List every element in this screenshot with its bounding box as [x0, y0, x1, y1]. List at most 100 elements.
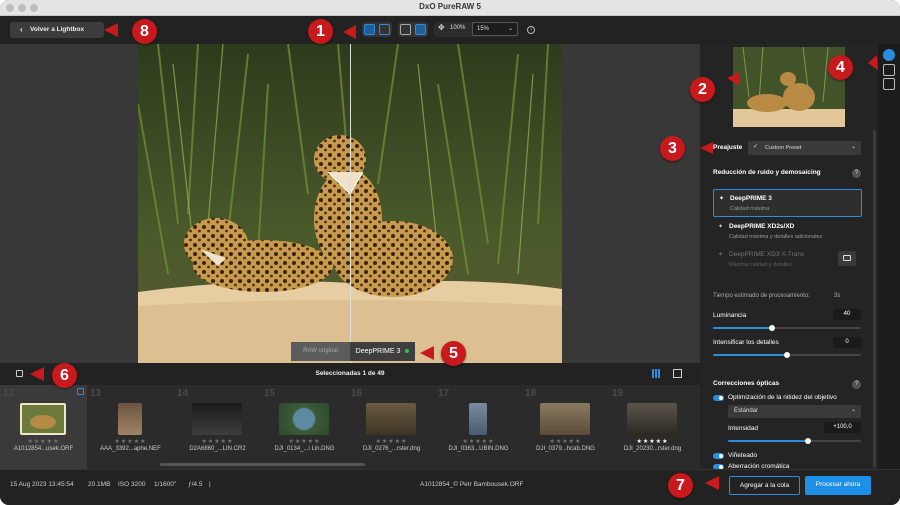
title-bar: DxO PureRAW 5	[0, 0, 900, 16]
thumbnail-item[interactable]: 12 ★★★★★ A1012854...usek.ORF	[0, 385, 87, 469]
split-compare-icon[interactable]	[415, 24, 426, 35]
callout-6: 6	[52, 363, 77, 388]
zoom-percent[interactable]: 100%	[450, 25, 465, 31]
method-desc: Máxima calidad y detalles	[729, 262, 792, 268]
navigator-preview[interactable]	[733, 47, 845, 127]
single-view-icon[interactable]	[364, 24, 375, 35]
rating-stars[interactable]: ★★★★★	[609, 438, 696, 445]
help-icon[interactable]: ?	[852, 380, 861, 389]
panel-scrollbar[interactable]	[873, 130, 876, 468]
thumbnail-item[interactable]: 19 ★★★★★ DJI_20230...rster.dng	[609, 385, 696, 469]
luminance-slider[interactable]	[713, 325, 861, 331]
thumbnail-item[interactable]: 17 ★★★★★ DJI_0363...UBIN.DNG	[435, 385, 522, 469]
eyedropper-icon[interactable]	[883, 64, 895, 76]
callout-3: 3	[660, 136, 685, 161]
thumb-image	[20, 403, 66, 435]
info-icon[interactable]: i	[527, 26, 535, 34]
rating-stars[interactable]: ★★★★★	[522, 438, 609, 445]
filmstrip-scrollbar[interactable]	[160, 463, 365, 466]
grid-view-icon[interactable]	[652, 369, 661, 378]
slider-knob[interactable]	[804, 438, 811, 444]
window-title: DxO PureRAW 5	[419, 2, 481, 11]
thumb-number: 13	[90, 388, 102, 399]
deepprime-label[interactable]: DeepPRIME 3	[350, 342, 415, 361]
selection-count: Seleccionadas 1 de 49	[315, 370, 385, 377]
jaguar-photo[interactable]	[138, 44, 562, 363]
sharpness-mode-select[interactable]: Estándar ⌄	[728, 405, 861, 418]
sharpness-toggle[interactable]	[713, 395, 724, 401]
chevron-down-icon: ⌄	[507, 26, 513, 32]
thumb-image	[540, 403, 590, 435]
back-to-lightbox-button[interactable]: ‹ Volver a Lightbox	[10, 22, 104, 38]
zoom-select[interactable]: 15% ⌄	[472, 22, 518, 36]
thumbnail-item[interactable]: 14 ★★★★★ D2A6860_...LIN.CR2	[174, 385, 261, 469]
app-window: DxO PureRAW 5 ‹ Volver a Lightbox ✥ 100%…	[0, 0, 900, 505]
move-icon[interactable]: ✥	[438, 23, 445, 32]
aperture-value: ƒ/4.5	[188, 481, 203, 488]
comment-button[interactable]	[838, 251, 856, 266]
details-slider[interactable]	[713, 352, 861, 358]
method-name: DeepPRIME XD2s/XD	[729, 223, 795, 230]
image-export-icon[interactable]	[883, 78, 895, 90]
compare-toggle-group	[398, 22, 428, 37]
sharpness-label: Optimización de la nitidez del objetivo	[728, 394, 837, 401]
capture-date: 15 Aug 2023 13:45:54	[10, 481, 74, 488]
chevron-left-icon: ‹	[20, 25, 23, 34]
help-icon[interactable]: ?	[852, 169, 861, 178]
vignetting-toggle[interactable]	[713, 453, 724, 459]
checkbox-icon[interactable]	[77, 388, 84, 395]
thumbnail-item[interactable]: 16 ★★★★★ DJI_0276_...rster.dng	[348, 385, 435, 469]
shutter-value: 1/1600"	[154, 481, 177, 488]
file-size: 20.1MB	[88, 481, 111, 488]
thumb-filename: DJI_20230...rster.dng	[623, 446, 682, 452]
slider-fill	[713, 327, 773, 329]
rating-stars[interactable]: ★★★★★	[174, 438, 261, 445]
raw-original-label[interactable]: RAW original	[291, 342, 350, 361]
thumbnail-item[interactable]: 13 ★★★★★ AAA_3392...aphe.NEF	[87, 385, 174, 469]
rating-stars[interactable]: ★★★★★	[435, 438, 522, 445]
intensity-slider[interactable]	[728, 438, 861, 444]
callout-5: 5	[441, 341, 466, 366]
sharpness-mode-value: Estándar	[734, 408, 759, 414]
back-label: Volver a Lightbox	[30, 26, 85, 33]
thumbnail-item[interactable]: 18 ★★★★★ DJI_0379...hcab.DNG	[522, 385, 609, 469]
noise-tool-icon[interactable]	[883, 49, 895, 61]
method-deepprime-xd[interactable]: ✦ DeepPRIME XD2s/XD Calidad máxima y det…	[713, 219, 862, 244]
preview-image	[733, 47, 845, 127]
thumb-number: 14	[177, 388, 189, 399]
compare-labels: RAW original DeepPRIME 3	[291, 342, 415, 361]
zoom-select-value: 15%	[477, 26, 490, 32]
tool-strip	[878, 44, 900, 469]
method-deepprime3[interactable]: ✦ DeepPRIME 3 Calidad máxima	[713, 189, 862, 217]
list-view-icon[interactable]	[673, 369, 682, 378]
sparkle-icon: ✦	[718, 252, 724, 258]
comment-icon	[843, 255, 851, 261]
details-value[interactable]: 0	[833, 337, 861, 348]
add-to-queue-button[interactable]: Agregar a la cola	[729, 476, 800, 495]
thumb-image	[469, 403, 487, 435]
thumb-number: 16	[351, 388, 363, 399]
rating-stars[interactable]: ★★★★★	[261, 438, 348, 445]
single-image-icon[interactable]	[400, 24, 411, 35]
separator: |	[209, 481, 211, 488]
thumb-filename: AAA_3392...aphe.NEF	[100, 446, 161, 452]
luminance-value[interactable]: 40	[833, 309, 861, 320]
thumb-image	[118, 403, 142, 435]
intensity-value[interactable]: +100,0	[824, 422, 861, 433]
side-panel-view-icon[interactable]	[379, 24, 390, 35]
thumbnail-item[interactable]: 15 ★★★★★ DJI_0134_...i Lin.DNG	[261, 385, 348, 469]
slider-knob[interactable]	[784, 352, 790, 358]
rating-stars[interactable]: ★★★★★	[87, 438, 174, 445]
luminance-label: Luminancia	[713, 312, 747, 319]
slider-fill	[728, 440, 808, 442]
intensity-label: Intensidad	[728, 425, 758, 432]
process-now-button[interactable]: Procesar ahora	[805, 476, 871, 495]
rating-stars[interactable]: ★★★★★	[348, 438, 435, 445]
method-name: DeepPRIME XD3 X-Trans	[729, 251, 805, 258]
thumb-filename: DJI_0363...UBIN.DNG	[448, 446, 509, 452]
thumb-number: 19	[612, 388, 624, 399]
rating-stars[interactable]: ★★★★★	[0, 438, 87, 445]
thumb-image	[279, 403, 329, 435]
method-desc: Calidad máxima	[730, 206, 770, 212]
preset-select[interactable]: ✓ Custom Preset ⌄	[748, 141, 861, 155]
